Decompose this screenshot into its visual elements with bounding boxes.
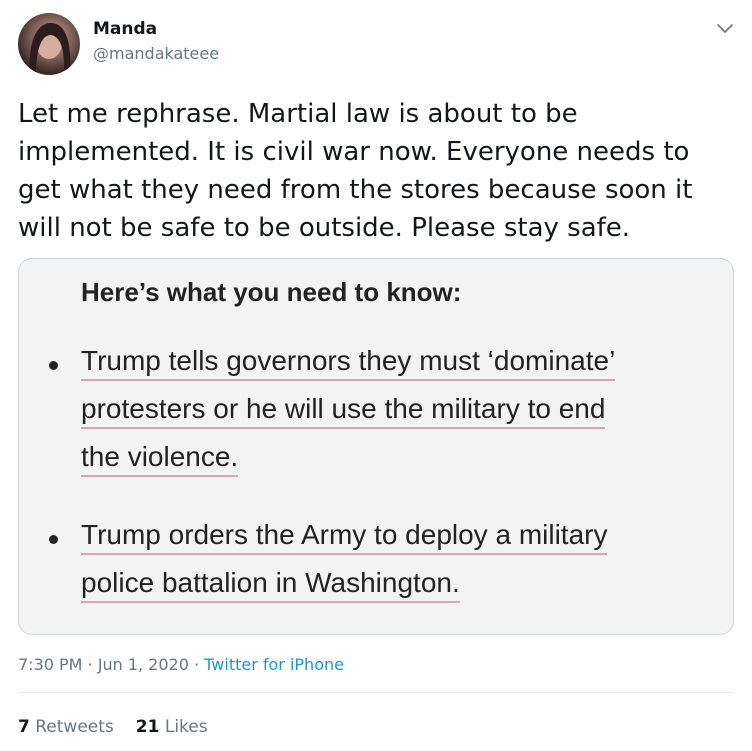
bullet-1-line-2: protesters or he will use the military t… bbox=[81, 393, 606, 429]
likes-label: Likes bbox=[164, 717, 208, 737]
tweet-text: Let me rephrase. Martial law is about to… bbox=[18, 99, 693, 243]
likes-stat[interactable]: 21 Likes bbox=[136, 717, 208, 737]
bullet-2-line-1: Trump orders the Army to deploy a milita… bbox=[81, 519, 608, 555]
avatar-photo-icon bbox=[29, 23, 71, 75]
avatar[interactable] bbox=[18, 13, 80, 75]
display-name[interactable]: Manda bbox=[93, 19, 157, 39]
tweet-source-link[interactable]: Twitter for iPhone bbox=[204, 655, 344, 674]
likes-count: 21 bbox=[135, 717, 160, 737]
tweet-metadata: 7:30 PM · Jun 1, 2020 · Twitter for iPho… bbox=[18, 655, 344, 674]
meta-separator: · bbox=[82, 655, 98, 674]
divider bbox=[18, 692, 734, 693]
chevron-down-icon[interactable] bbox=[713, 16, 737, 40]
tweet-time[interactable]: 7:30 PM bbox=[18, 655, 82, 674]
retweets-label: Retweets bbox=[35, 717, 114, 737]
tweet-date[interactable]: Jun 1, 2020 bbox=[98, 655, 189, 674]
engagement-stats: 7 Retweets 21 Likes bbox=[18, 717, 208, 737]
tweet-media-image[interactable]: Here’s what you need to know: Trump tell… bbox=[18, 258, 734, 635]
media-heading: Here’s what you need to know: bbox=[81, 277, 462, 307]
user-handle[interactable]: @mandakateee bbox=[93, 44, 219, 63]
bullet-1-line-3: the violence. bbox=[81, 441, 239, 477]
bullet-1-line-1: Trump tells governors they must ‘dominat… bbox=[81, 345, 616, 381]
retweets-count: 7 bbox=[18, 717, 30, 737]
meta-separator: · bbox=[188, 655, 205, 674]
bullet-dot bbox=[49, 535, 58, 544]
bullet-2-line-2: police battalion in Washington. bbox=[81, 567, 460, 603]
retweets-stat[interactable]: 7 Retweets bbox=[18, 717, 114, 737]
bullet-dot bbox=[49, 361, 58, 370]
